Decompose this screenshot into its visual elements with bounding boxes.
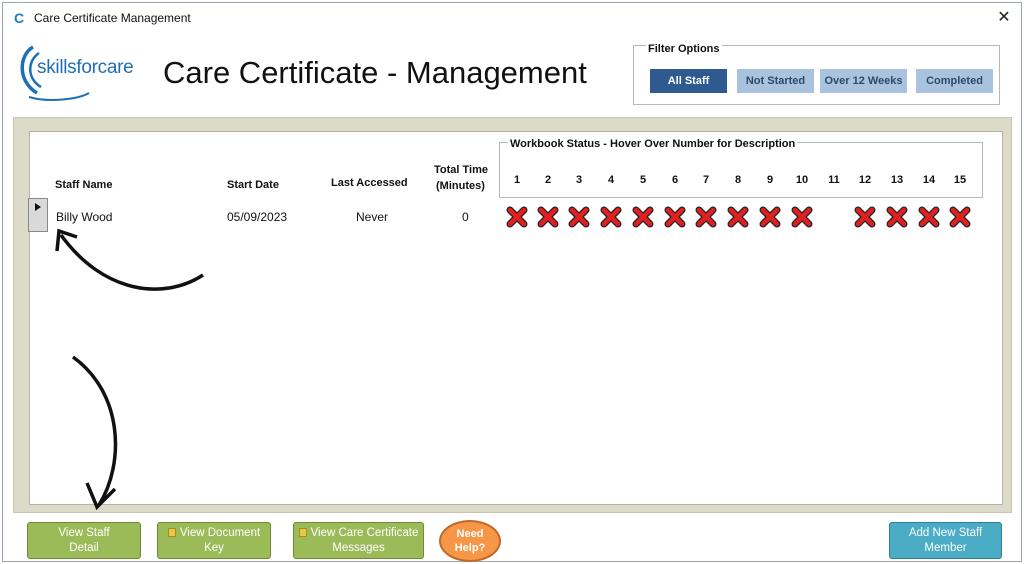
total-time-cell: 0 <box>462 210 469 224</box>
logo-text: skillsforcare <box>37 57 134 78</box>
status-x-icon-6[interactable] <box>664 206 686 228</box>
workbook-number-6[interactable]: 6 <box>663 174 687 186</box>
status-x-icon-13[interactable] <box>886 206 908 228</box>
view-staff-label-1: View Staff <box>58 526 110 539</box>
add-staff-label-1: Add New Staff <box>908 526 983 539</box>
header-last-accessed: Last Accessed <box>331 177 408 189</box>
status-x-icon-1[interactable] <box>506 206 528 228</box>
workbook-number-5[interactable]: 5 <box>631 174 655 186</box>
help-label-1: Need <box>456 528 484 540</box>
header-total-time-unit: (Minutes) <box>436 180 485 192</box>
view-doc-label-2: Key <box>204 541 224 554</box>
view-msg-label-1: View Care Certificate <box>310 526 419 539</box>
message-icon <box>298 527 307 537</box>
view-doc-label-1: View Document <box>179 526 261 539</box>
status-x-icon-8[interactable] <box>727 206 749 228</box>
filter-options-title: Filter Options <box>646 43 722 55</box>
filter-over-12-weeks-button[interactable]: Over 12 Weeks <box>820 69 907 93</box>
filter-completed-button[interactable]: Completed <box>916 69 993 93</box>
header-total-time: Total Time <box>434 164 488 176</box>
add-new-staff-button[interactable]: Add New Staff Member <box>889 522 1002 559</box>
app-window: C Care Certificate Management ✕ skillsfo… <box>2 2 1022 562</box>
workbook-number-12[interactable]: 12 <box>853 174 877 186</box>
workbook-number-9[interactable]: 9 <box>758 174 782 186</box>
staff-panel: Workbook Status - Hover Over Number for … <box>13 117 1012 513</box>
key-icon <box>167 527 176 537</box>
workbook-number-7[interactable]: 7 <box>694 174 718 186</box>
status-x-icon-7[interactable] <box>695 206 717 228</box>
view-document-key-button[interactable]: View Document Key <box>157 522 271 559</box>
workbook-number-4[interactable]: 4 <box>599 174 623 186</box>
status-x-icon-3[interactable] <box>568 206 590 228</box>
workbook-number-3[interactable]: 3 <box>567 174 591 186</box>
view-staff-detail-button[interactable]: View Staff Detail <box>27 522 141 559</box>
add-staff-label-2: Member <box>924 541 967 554</box>
header-staff-name: Staff Name <box>55 179 113 191</box>
staff-list: Workbook Status - Hover Over Number for … <box>28 131 1003 505</box>
workbook-number-10[interactable]: 10 <box>790 174 814 186</box>
row-selector[interactable] <box>28 198 48 232</box>
last-accessed-cell: Never <box>356 210 389 224</box>
workbook-number-2[interactable]: 2 <box>536 174 560 186</box>
help-label-2: Help? <box>454 542 486 554</box>
workbook-number-1[interactable]: 1 <box>505 174 529 186</box>
filter-not-started-button[interactable]: Not Started <box>737 69 814 93</box>
filter-all-staff-button[interactable]: All Staff <box>650 69 727 93</box>
status-x-icon-10[interactable] <box>791 206 813 228</box>
page-title: Care Certificate - Management <box>163 55 587 90</box>
app-icon: C <box>13 10 25 26</box>
workbook-status-title: Workbook Status - Hover Over Number for … <box>508 138 798 150</box>
title-bar: C Care Certificate Management ✕ <box>3 3 1021 33</box>
view-messages-button[interactable]: View Care Certificate Messages <box>293 522 424 559</box>
status-x-icon-4[interactable] <box>600 206 622 228</box>
header-start-date: Start Date <box>227 179 279 191</box>
workbook-status-group: Workbook Status - Hover Over Number for … <box>499 138 983 198</box>
workbook-number-8[interactable]: 8 <box>726 174 750 186</box>
filter-options-group: Filter Options All Staff Not Started Ove… <box>633 43 1000 105</box>
status-x-icon-9[interactable] <box>759 206 781 228</box>
start-date-cell: 05/09/2023 <box>227 210 288 224</box>
need-help-button[interactable]: Need Help? <box>439 520 501 562</box>
workbook-number-11[interactable]: 11 <box>822 174 846 186</box>
status-x-icon-15[interactable] <box>949 206 971 228</box>
staff-name-cell: Billy Wood <box>56 210 113 224</box>
status-x-icon-12[interactable] <box>854 206 876 228</box>
row-pointer-icon <box>35 203 41 211</box>
skills-for-care-logo: skillsforcare <box>19 41 149 103</box>
status-x-icon-5[interactable] <box>632 206 654 228</box>
workbook-number-13[interactable]: 13 <box>885 174 909 186</box>
view-staff-label-2: Detail <box>69 541 99 554</box>
status-x-icon-14[interactable] <box>918 206 940 228</box>
workbook-number-14[interactable]: 14 <box>917 174 941 186</box>
view-msg-label-2: Messages <box>332 541 385 554</box>
close-icon[interactable]: ✕ <box>995 9 1013 27</box>
workbook-number-15[interactable]: 15 <box>948 174 972 186</box>
status-x-icon-2[interactable] <box>537 206 559 228</box>
window-title: Care Certificate Management <box>34 11 191 25</box>
